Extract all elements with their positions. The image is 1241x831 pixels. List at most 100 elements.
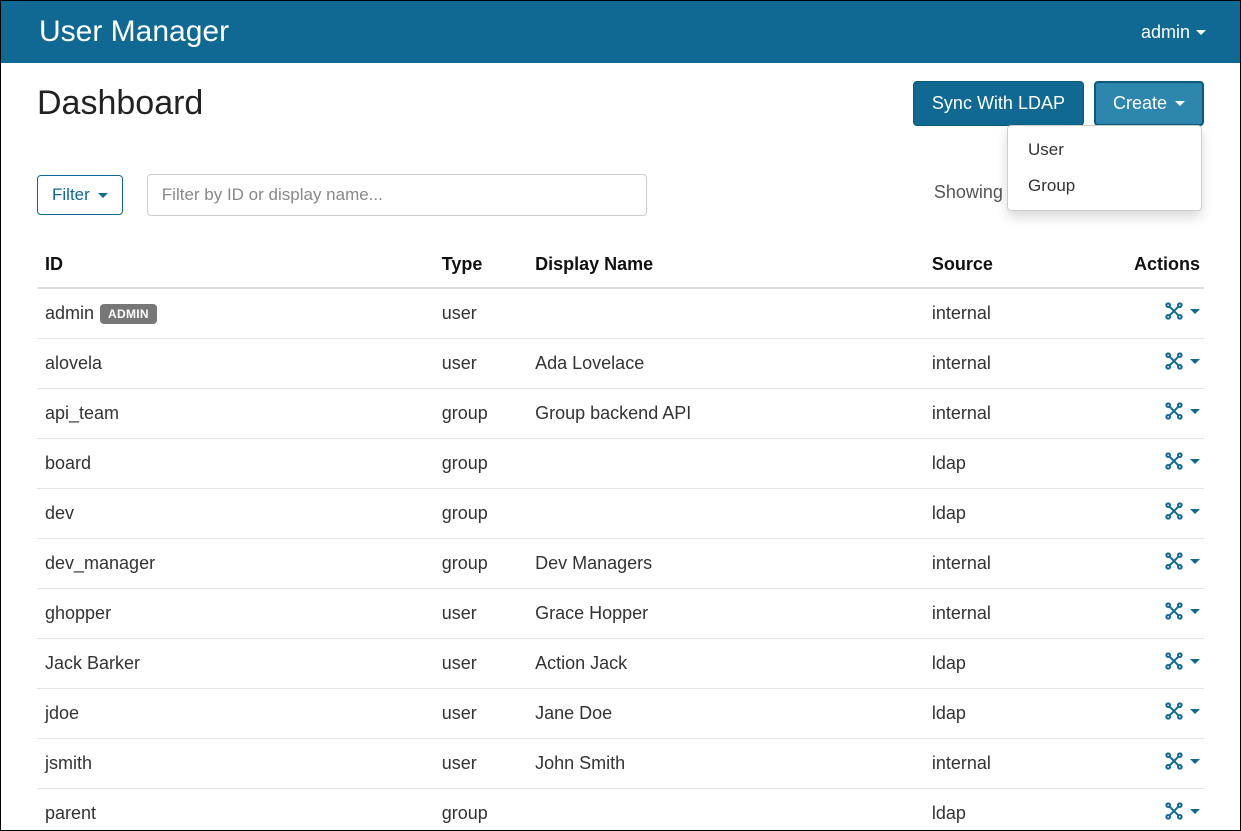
row-actions-dropdown[interactable] [1164,601,1200,621]
tools-icon [1164,401,1184,421]
cell-id: dev [37,489,434,539]
tools-icon [1164,451,1184,471]
table-row: jsmith userJohn Smithinternal [37,739,1204,789]
row-id: parent [45,803,96,823]
tools-icon [1164,701,1184,721]
cell-display-name [527,489,924,539]
row-actions-dropdown[interactable] [1164,301,1200,321]
cell-source: internal [924,539,1111,589]
cell-source: internal [924,339,1111,389]
row-actions-dropdown[interactable] [1164,551,1200,571]
caret-down-icon [98,193,108,198]
cell-display-name [527,439,924,489]
caret-down-icon [1190,709,1200,714]
cell-source: internal [924,589,1111,639]
cell-source: internal [924,288,1111,339]
sync-ldap-button[interactable]: Sync With LDAP [913,81,1084,126]
cell-display-name: Ada Lovelace [527,339,924,389]
caret-down-icon [1175,101,1185,106]
row-id: ghopper [45,603,111,623]
table-row: alovelauserAda Lovelaceinternal [37,339,1204,389]
cell-id: board [37,439,434,489]
cell-display-name: Grace Hopper [527,589,924,639]
row-id: Jack Barker [45,653,140,673]
tools-icon [1164,501,1184,521]
caret-down-icon [1190,509,1200,514]
filter-search-input[interactable] [147,174,647,216]
cell-id: alovela [37,339,434,389]
cell-actions [1111,288,1204,339]
row-actions-dropdown[interactable] [1164,801,1200,821]
create-label: Create [1113,91,1167,116]
col-actions: Actions [1111,244,1204,288]
caret-down-icon [1190,659,1200,664]
cell-type: user [434,739,527,789]
user-menu-label: admin [1141,22,1190,43]
cell-id: parent [37,789,434,831]
row-id: alovela [45,353,102,373]
page-title: Dashboard [37,84,203,123]
cell-display-name: John Smith [527,739,924,789]
cell-type: user [434,689,527,739]
filter-dropdown-button[interactable]: Filter [37,175,123,215]
row-actions-dropdown[interactable] [1164,401,1200,421]
sync-ldap-label: Sync With LDAP [932,91,1065,116]
tools-icon [1164,601,1184,621]
row-actions-dropdown[interactable] [1164,351,1200,371]
cell-display-name: Jane Doe [527,689,924,739]
row-actions-dropdown[interactable] [1164,751,1200,771]
caret-down-icon [1190,809,1200,814]
col-display-name[interactable]: Display Name [527,244,924,288]
row-id: jdoe [45,703,79,723]
cell-actions [1111,739,1204,789]
app-brand[interactable]: User Manager [39,15,229,49]
caret-down-icon [1190,609,1200,614]
cell-id: Jack Barker [37,639,434,689]
col-id[interactable]: ID [37,244,434,288]
row-id: jsmith [45,753,92,773]
create-dropdown-button[interactable]: Create User Group [1094,81,1204,126]
row-actions-dropdown[interactable] [1164,701,1200,721]
cell-source: internal [924,389,1111,439]
cell-display-name [527,789,924,831]
col-source[interactable]: Source [924,244,1111,288]
create-dropdown-menu: User Group [1007,125,1202,211]
cell-source: ldap [924,789,1111,831]
col-type[interactable]: Type [434,244,527,288]
cell-type: group [434,539,527,589]
row-actions-dropdown[interactable] [1164,651,1200,671]
admin-badge: ADMIN [100,304,157,324]
cell-id: dev_manager [37,539,434,589]
tools-icon [1164,551,1184,571]
caret-down-icon [1190,759,1200,764]
cell-display-name [527,288,924,339]
row-id: board [45,453,91,473]
user-menu-dropdown[interactable]: admin [1141,22,1206,43]
cell-type: group [434,389,527,439]
table-row: jdoeuserJane Doeldap [37,689,1204,739]
cell-source: ldap [924,489,1111,539]
table-row: api_teamgroupGroup backend APIinternal [37,389,1204,439]
create-user-item[interactable]: User [1008,132,1201,168]
row-actions-dropdown[interactable] [1164,501,1200,521]
table-row: parentgroupldap [37,789,1204,831]
tools-icon [1164,751,1184,771]
tools-icon [1164,651,1184,671]
create-group-item[interactable]: Group [1008,168,1201,204]
cell-source: internal [924,739,1111,789]
table-row: ghopperuserGrace Hopperinternal [37,589,1204,639]
row-id: api_team [45,403,119,423]
table-row: devgroup ldap [37,489,1204,539]
cell-actions [1111,539,1204,589]
row-id: admin [45,303,94,323]
cell-source: ldap [924,639,1111,689]
tools-icon [1164,351,1184,371]
caret-down-icon [1190,459,1200,464]
navbar: User Manager admin [1,1,1240,63]
row-actions-dropdown[interactable] [1164,451,1200,471]
cell-actions [1111,339,1204,389]
cell-actions [1111,389,1204,439]
cell-id: jsmith [37,739,434,789]
cell-type: group [434,489,527,539]
cell-type: user [434,639,527,689]
